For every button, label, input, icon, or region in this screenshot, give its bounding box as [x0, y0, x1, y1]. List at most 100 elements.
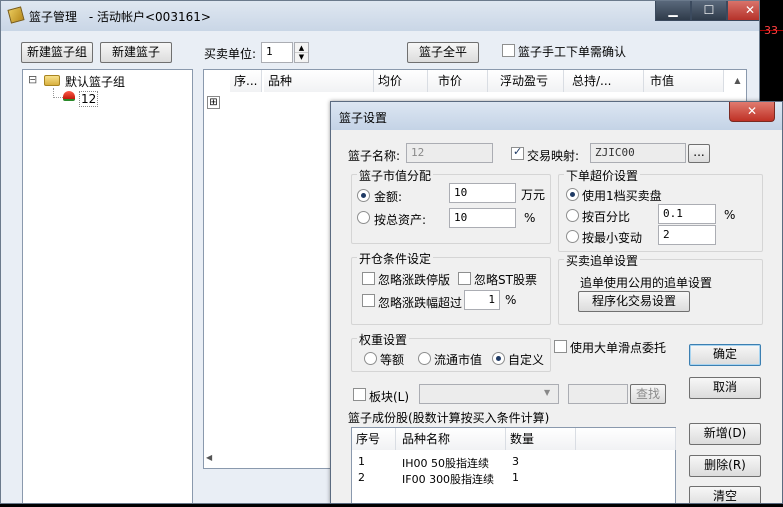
col-seq[interactable]: 序... — [230, 70, 262, 92]
big-order-checkbox[interactable] — [554, 340, 567, 353]
table-row[interactable]: 2 IF00 300股指连续 1 — [352, 469, 675, 486]
alloc-assets-input[interactable]: 10 — [449, 208, 516, 228]
basket-tree[interactable]: ⊟ 默认篮子组 12 — [22, 69, 193, 503]
grid-expand-icon[interactable]: ⊞ — [207, 96, 220, 109]
weight-float-label: 流通市值 — [434, 353, 483, 367]
basket-icon — [63, 91, 75, 101]
col-symbol[interactable]: 品种 — [264, 70, 374, 92]
super-tick-input[interactable]: 2 — [658, 225, 716, 245]
close-all-button[interactable]: 篮子全平 — [407, 42, 479, 63]
trade-unit-input[interactable]: 1 — [261, 42, 293, 63]
basket-name-input[interactable]: 12 — [406, 143, 493, 163]
trade-map-checkbox[interactable] — [511, 145, 524, 160]
delete-button[interactable]: 删除(R) — [689, 455, 761, 477]
program-trade-settings-button[interactable]: 程序化交易设置 — [578, 291, 690, 312]
super-percent-radio[interactable] — [566, 209, 579, 222]
list-col-name[interactable]: 品种名称 — [396, 428, 506, 450]
title-bar: 篮子管理 - 活动帐户<003161> — [1, 1, 759, 31]
list-col-qty[interactable]: 数量 — [506, 428, 576, 450]
basket-settings-dialog: 篮子设置 ✕ 篮子名称: 12 交易映射: ZJIC00 ... 篮子市值分配 … — [330, 101, 783, 504]
ignore-range-input[interactable]: 1 — [464, 290, 500, 310]
weight-custom-radio[interactable] — [492, 352, 505, 365]
grid-scroll-left-icon[interactable]: ◀ — [206, 453, 218, 467]
super-level1-radio[interactable] — [566, 188, 579, 201]
super-percent-input[interactable]: 0.1 — [658, 204, 716, 224]
minimize-button[interactable]: ▁ — [655, 1, 691, 21]
weight-custom-label: 自定义 — [508, 353, 545, 367]
clear-button[interactable]: 清空 — [689, 486, 761, 503]
dialog-title-bar: 篮子设置 ✕ — [331, 102, 782, 130]
weight-equal-label: 等额 — [380, 353, 405, 367]
close-button[interactable]: ✕ — [727, 1, 759, 21]
caption-buttons: ▁ ☐ ✕ — [655, 1, 759, 21]
list-col-blank — [576, 428, 676, 450]
app-icon — [7, 6, 25, 24]
super-percent-unit: % — [724, 208, 736, 222]
big-order-label: 使用大单滑点委托 — [570, 341, 667, 355]
cancel-button[interactable]: 取消 — [689, 377, 761, 399]
block-checkbox[interactable] — [353, 388, 366, 401]
spin-up-icon[interactable]: ▲ — [295, 43, 308, 53]
window-title-text: 篮子管理 — [29, 10, 78, 24]
ignore-range-checkbox[interactable] — [362, 294, 375, 307]
row-no: 2 — [358, 471, 365, 484]
component-list-title: 篮子成份股(股数计算按买入条件计算) — [348, 411, 550, 425]
super-tick-radio[interactable] — [566, 230, 579, 243]
new-group-button[interactable]: 新建篮子组 — [21, 42, 93, 63]
trade-map-browse-button[interactable]: ... — [688, 144, 710, 163]
col-market-price[interactable]: 市价 — [428, 70, 488, 92]
maximize-button[interactable]: ☐ — [691, 1, 727, 21]
list-col-no[interactable]: 序号 — [352, 428, 396, 450]
super-price-title: 下单超价设置 — [564, 167, 641, 184]
row-qty: 3 — [512, 455, 519, 468]
weight-float-radio[interactable] — [418, 352, 431, 365]
manual-confirm-checkbox[interactable] — [502, 44, 515, 57]
open-condition-title: 开仓条件设定 — [357, 250, 434, 267]
weight-equal-radio[interactable] — [364, 352, 377, 365]
ok-button[interactable]: 确定 — [689, 344, 761, 366]
grid-scroll-up-icon[interactable]: ▲ — [730, 72, 745, 90]
ignore-limit-checkbox[interactable] — [362, 272, 375, 285]
alloc-amount-label: 金额: — [374, 190, 403, 204]
manual-confirm-label: 篮子手工下单需确认 — [518, 45, 627, 59]
col-market-value[interactable]: 市值 — [644, 70, 724, 92]
super-level1-label: 使用1档买卖盘 — [582, 189, 662, 203]
row-qty: 1 — [512, 471, 519, 484]
tree-expander-icon[interactable]: ⊟ — [28, 73, 37, 86]
alloc-assets-unit: % — [524, 211, 536, 225]
dialog-close-button[interactable]: ✕ — [729, 102, 775, 122]
trade-unit-spinner[interactable]: ▲ ▼ — [294, 42, 309, 63]
trade-map-label: 交易映射: — [527, 149, 580, 163]
alloc-amount-input[interactable]: 10 — [449, 183, 516, 203]
row-no: 1 — [358, 455, 365, 468]
block-label: 板块(L) — [369, 390, 410, 404]
folder-icon — [44, 75, 60, 86]
find-input[interactable] — [568, 384, 628, 404]
ignore-range-label: 忽略涨跌幅超过 — [378, 296, 463, 310]
col-total-hold[interactable]: 总持/... — [564, 70, 644, 92]
component-list[interactable]: 序号 品种名称 数量 1 IH00 50股指连续 3 2 IF00 300股指连… — [351, 427, 676, 503]
spin-down-icon[interactable]: ▼ — [295, 53, 308, 62]
block-dropdown-icon[interactable]: ▼ — [544, 388, 550, 397]
super-tick-label: 按最小变动 — [582, 231, 643, 245]
ignore-limit-label: 忽略涨跌停版 — [378, 273, 451, 287]
tree-group-default[interactable]: 默认篮子组 — [65, 73, 125, 90]
tree-connector-h — [53, 97, 63, 98]
col-avg-price[interactable]: 均价 — [374, 70, 428, 92]
table-row[interactable]: 1 IH00 50股指连续 3 — [352, 453, 675, 470]
add-button[interactable]: 新增(D) — [689, 423, 761, 445]
alloc-amount-radio[interactable] — [357, 189, 370, 202]
ignore-st-label: 忽略ST股票 — [474, 273, 537, 287]
alloc-amount-unit: 万元 — [521, 188, 546, 202]
col-float-pl[interactable]: 浮动盈亏 — [488, 70, 564, 92]
new-basket-button[interactable]: 新建篮子 — [100, 42, 172, 63]
find-button[interactable]: 查找 — [630, 384, 666, 404]
alloc-assets-radio[interactable] — [357, 211, 370, 224]
background-value: 33 — [764, 24, 778, 37]
tree-item-basket[interactable]: 12 — [79, 91, 99, 107]
ignore-st-checkbox[interactable] — [458, 272, 471, 285]
super-percent-label: 按百分比 — [582, 210, 631, 224]
chase-title: 买卖追单设置 — [564, 252, 641, 269]
trade-map-input[interactable]: ZJIC00 — [590, 143, 686, 163]
block-select[interactable] — [419, 384, 559, 404]
